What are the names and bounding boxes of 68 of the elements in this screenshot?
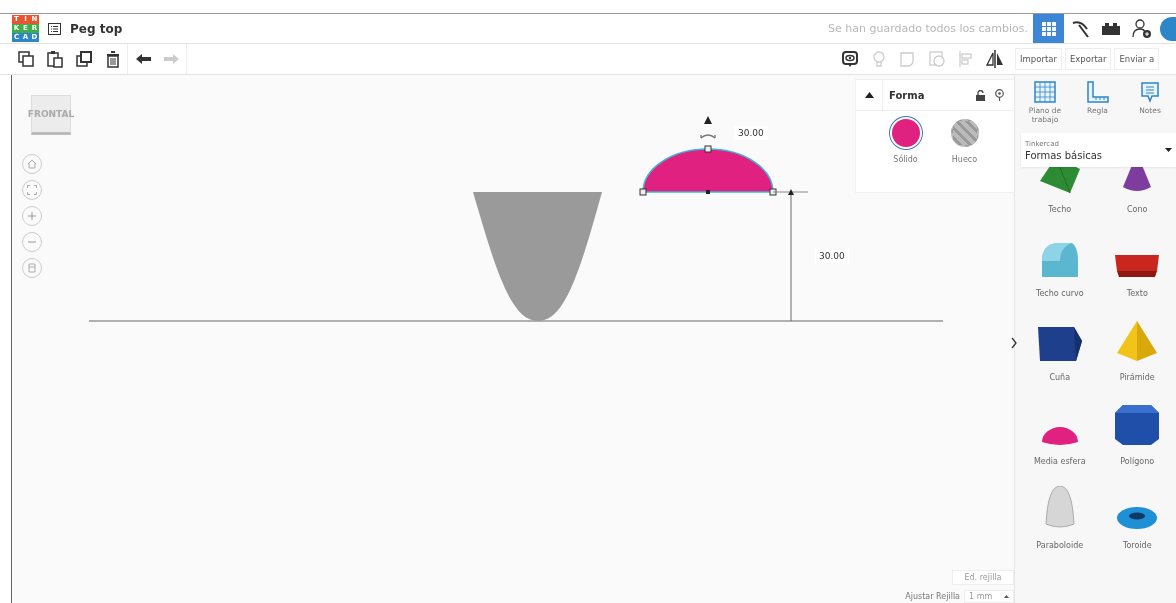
paraboloid-shape-icon [1044, 486, 1075, 529]
hexagonal-prism-icon [1115, 405, 1160, 445]
snap-grid-select[interactable]: 1 mm [964, 590, 1014, 603]
text-shape-icon [1115, 255, 1160, 277]
mirror-icon [985, 50, 1004, 68]
fit-icon [27, 185, 37, 195]
chevron-icon[interactable] [1011, 337, 1017, 349]
inspector-title: Forma [889, 89, 926, 101]
hole-option[interactable]: Hueco [950, 119, 979, 164]
align-icon [956, 50, 975, 68]
brick-icon [1101, 22, 1120, 35]
shape-item[interactable]: Texto [1098, 233, 1176, 298]
curved-roof-shape-icon [1041, 243, 1078, 277]
half-sphere-object[interactable] [642, 148, 774, 193]
resize-handle[interactable] [704, 145, 712, 153]
plus-icon [27, 211, 37, 221]
ruler-icon [1086, 81, 1109, 103]
group-icon [898, 50, 917, 68]
add-user-icon[interactable] [1131, 18, 1152, 39]
grid-icon [1040, 20, 1057, 37]
torus-shape-icon [1117, 507, 1158, 529]
cube-outline-icon [27, 263, 37, 273]
half-sphere-shape-icon [1041, 427, 1078, 445]
height-measurement[interactable]: 30.00 [815, 249, 849, 263]
edit-grid-button[interactable]: Ed. rejilla [952, 570, 1014, 585]
project-title[interactable]: Peg top [70, 21, 123, 36]
rotate-icon[interactable] [700, 134, 716, 139]
collapse-caret-icon[interactable] [864, 92, 874, 98]
caret-icon [1165, 148, 1172, 152]
action-button[interactable]: Importar [1015, 48, 1062, 70]
shape-item[interactable]: Techo curvo [1021, 233, 1099, 298]
solid-option[interactable]: Sólido [891, 119, 920, 164]
shape-item[interactable]: Paraboloide [1021, 485, 1099, 550]
shape-item[interactable]: Pirámide [1098, 317, 1176, 382]
minus-icon [27, 241, 37, 243]
bulb-icon[interactable] [995, 89, 1004, 101]
resize-handle[interactable] [769, 188, 777, 196]
pyramid-shape-icon [1117, 321, 1158, 361]
paraboloid-object[interactable] [473, 192, 602, 321]
snap-grid-label: Ajustar Rejilla [905, 592, 960, 601]
menu-icon[interactable] [48, 22, 61, 35]
shape-item[interactable]: Techo [1021, 167, 1099, 214]
resize-handle[interactable] [639, 188, 647, 196]
home-icon [27, 159, 37, 169]
copy-icon [16, 50, 35, 68]
width-measurement[interactable]: 30.00 [734, 126, 768, 140]
action-button[interactable]: Enviar a [1114, 48, 1160, 70]
roof-shape-icon [1039, 167, 1080, 193]
action-button[interactable]: Exportar [1064, 48, 1112, 70]
shape-item[interactable]: Polígono [1098, 401, 1176, 466]
shape-item[interactable]: Cuña [1021, 317, 1099, 382]
shape-item[interactable]: Toroide [1098, 485, 1176, 550]
duplicate-icon [74, 50, 93, 68]
save-status: Se han guardado todos los cambios. [828, 22, 1028, 35]
lock-icon[interactable] [976, 89, 985, 101]
note-icon [840, 50, 859, 68]
workplane-icon [1034, 81, 1056, 103]
shape-item[interactable]: Media esfera [1021, 401, 1099, 466]
paste-icon [45, 50, 64, 68]
ungroup-icon [927, 50, 946, 68]
workplane-canvas[interactable]: 30.00 30.00 FRONTAL Forma Sólido Hueco Ed. rejilla Ajustar Rejilla 1 mm [11, 75, 1014, 603]
notes-icon [1140, 81, 1160, 103]
avatar[interactable] [1160, 16, 1176, 41]
center-handle[interactable] [706, 190, 710, 194]
caret-icon [1004, 595, 1009, 598]
wedge-shape-icon [1037, 327, 1082, 361]
shape-item[interactable]: Cono [1098, 167, 1176, 214]
lift-arrow-icon[interactable] [704, 116, 712, 124]
